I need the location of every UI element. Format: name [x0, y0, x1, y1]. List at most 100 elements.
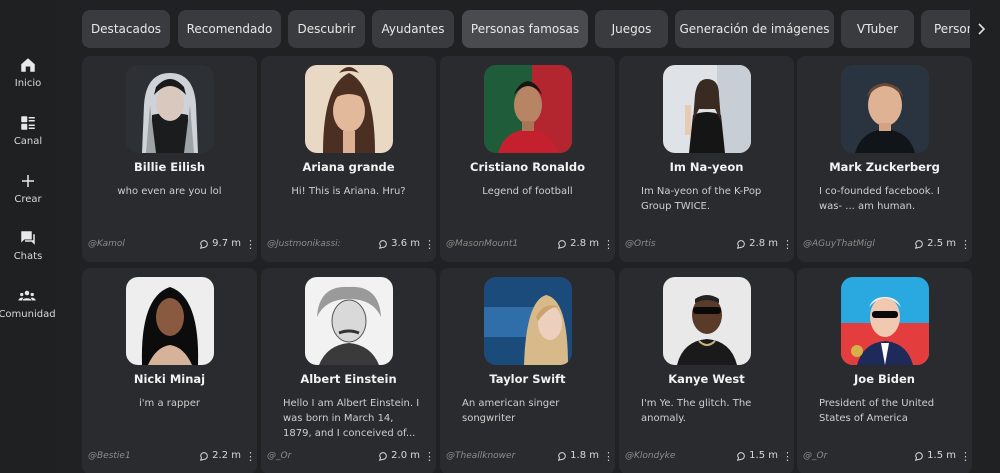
avatar	[663, 65, 751, 153]
character-card[interactable]: Mark Zuckerberg I co-founded facebook. I…	[797, 56, 972, 262]
tab-ayudantes[interactable]: Ayudantes	[372, 10, 454, 48]
character-card[interactable]: Joe Biden President of the United States…	[797, 268, 972, 473]
chat-count: 1.5 m	[736, 450, 778, 461]
creator-handle[interactable]: @_Or	[267, 451, 342, 461]
creator-handle[interactable]: @Justmonikassi:	[267, 239, 342, 249]
more-options-icon[interactable]: ⋮	[782, 450, 793, 463]
character-description: I'm Ye. The glitch. The anomaly.	[641, 398, 752, 424]
sidebar-item-crear[interactable]: Crear	[0, 172, 56, 205]
character-name: Billie Eilish	[133, 160, 206, 174]
card-footer: @Bestie1 2.2 m ⋮	[88, 450, 256, 465]
creator-handle[interactable]: @Theallknower	[446, 451, 521, 461]
avatar	[484, 65, 572, 153]
chat-count: 3.6 m	[378, 238, 420, 249]
more-options-icon[interactable]: ⋮	[960, 450, 971, 463]
sidebar-item-comunidad[interactable]: Comunidad	[0, 287, 57, 320]
creator-handle[interactable]: @Bestie1	[88, 451, 163, 461]
character-card[interactable]: Kanye West I'm Ye. The glitch. The anoma…	[619, 268, 794, 473]
character-description: An american singer songwriter	[462, 398, 560, 424]
sidebar-item-chats[interactable]: Chats	[0, 229, 56, 262]
chat-count-value: 1.5 m	[749, 450, 778, 461]
more-options-icon[interactable]: ⋮	[603, 238, 614, 251]
chat-bubble-icon	[737, 239, 745, 249]
chat-count: 2.8 m	[736, 238, 778, 249]
character-card[interactable]: Taylor Swift An american singer songwrit…	[440, 268, 615, 473]
card-footer: @Ortis 2.8 m ⋮	[625, 238, 793, 253]
card-footer: @_Or 2.0 m ⋮	[267, 450, 435, 465]
more-options-icon[interactable]: ⋮	[603, 450, 614, 463]
sidebar-item-label: Crear	[14, 194, 42, 205]
chevron-right-icon	[978, 23, 986, 35]
plus-icon	[22, 175, 34, 187]
sidebar: Inicio Canal Crear Chats Comunidad	[0, 0, 56, 473]
avatar	[126, 277, 214, 365]
creator-handle[interactable]: @_Or	[803, 451, 878, 461]
chat-count: 2.5 m	[914, 238, 956, 249]
character-name: Ariana grande	[302, 160, 395, 174]
chat-count-value: 2.8 m	[749, 238, 778, 249]
tab-juegos[interactable]: Juegos	[595, 10, 668, 48]
character-description: President of the United States of Americ…	[819, 398, 935, 424]
character-card[interactable]: Ariana grande Hi! This is Ariana. Hru? @…	[261, 56, 436, 262]
character-card[interactable]: Im Na-yeon Im Na-yeon of the K-Pop Group…	[619, 56, 794, 262]
avatar	[841, 277, 929, 365]
creator-handle[interactable]: @Kamol	[88, 239, 163, 249]
card-footer: @Justmonikassi: 3.6 m ⋮	[267, 238, 435, 253]
character-description: who even are you lol	[117, 186, 222, 197]
character-description: Legend of football	[482, 186, 573, 197]
card-footer: @MasonMount1 2.8 m ⋮	[446, 238, 614, 253]
chat-count-value: 2.5 m	[927, 238, 956, 249]
tab-person[interactable]: Person	[921, 10, 970, 48]
character-card[interactable]: Billie Eilish who even are you lol @Kamo…	[82, 56, 257, 262]
sidebar-item-label: Canal	[13, 136, 43, 147]
creator-handle[interactable]: @Ortis	[625, 239, 700, 249]
character-card[interactable]: Nicki Minaj i'm a rapper @Bestie1 2.2 m …	[82, 268, 257, 473]
card-footer: @AGuyThatMigl 2.5 m ⋮	[803, 238, 971, 253]
tab-generacion-imagenes[interactable]: Generación de imágenes	[675, 10, 834, 48]
chat-icon	[21, 231, 35, 245]
avatar	[663, 277, 751, 365]
chat-count-value: 3.6 m	[391, 238, 420, 249]
character-name: Albert Einstein	[300, 372, 397, 386]
more-options-icon[interactable]: ⋮	[245, 238, 256, 251]
avatar	[305, 277, 393, 365]
tab-recomendado[interactable]: Recomendado	[178, 10, 281, 48]
chat-count-value: 2.8 m	[570, 238, 599, 249]
character-name: Kanye West	[668, 372, 745, 386]
tab-personas-famosas[interactable]: Personas famosas	[462, 10, 588, 48]
more-options-icon[interactable]: ⋮	[782, 238, 793, 251]
home-icon	[21, 58, 35, 72]
creator-handle[interactable]: @Klondyke	[625, 451, 700, 461]
chat-count-value: 2.2 m	[212, 450, 241, 461]
chat-count: 1.8 m	[557, 450, 599, 461]
chat-bubble-icon	[915, 451, 923, 461]
sidebar-item-inicio[interactable]: Inicio	[0, 56, 56, 89]
creator-handle[interactable]: @MasonMount1	[446, 239, 521, 249]
chat-count: 2.2 m	[199, 450, 241, 461]
tab-vtuber[interactable]: VTuber	[841, 10, 914, 48]
sidebar-item-label: Inicio	[14, 78, 42, 89]
tab-descubrir[interactable]: Descubrir	[288, 10, 365, 48]
character-card[interactable]: Albert Einstein Hello I am Albert Einste…	[261, 268, 436, 473]
tab-destacados[interactable]: Destacados	[82, 10, 170, 48]
chat-count: 9.7 m	[199, 238, 241, 249]
character-name: Im Na-yeon	[669, 160, 744, 174]
chat-count-value: 2.0 m	[391, 450, 420, 461]
chat-count: 2.0 m	[378, 450, 420, 461]
card-footer: @Theallknower 1.8 m ⋮	[446, 450, 614, 465]
character-description: I co-founded facebook. I was- ... am hum…	[819, 186, 940, 212]
sidebar-item-canal[interactable]: Canal	[0, 114, 56, 147]
character-card[interactable]: Cristiano Ronaldo Legend of football @Ma…	[440, 56, 615, 262]
more-options-icon[interactable]: ⋮	[245, 450, 256, 463]
creator-handle[interactable]: @AGuyThatMigl	[803, 239, 878, 249]
chat-bubble-icon	[737, 451, 745, 461]
more-options-icon[interactable]: ⋮	[424, 450, 435, 463]
card-footer: @_Or 1.5 m ⋮	[803, 450, 971, 465]
feed-icon	[21, 116, 35, 130]
community-icon	[18, 290, 36, 301]
character-name: Cristiano Ronaldo	[470, 160, 585, 174]
tabs-scroll-right-button[interactable]	[970, 10, 992, 48]
more-options-icon[interactable]: ⋮	[424, 238, 435, 251]
chat-bubble-icon	[200, 451, 208, 461]
more-options-icon[interactable]: ⋮	[960, 238, 971, 251]
